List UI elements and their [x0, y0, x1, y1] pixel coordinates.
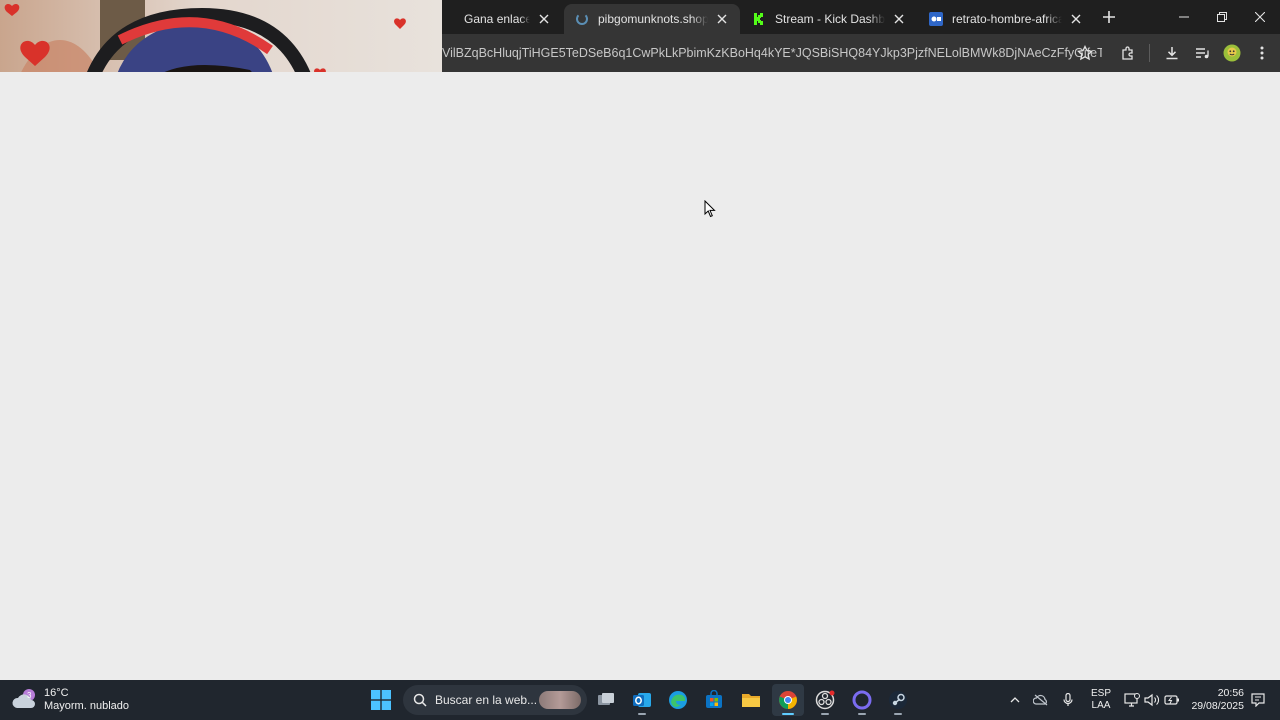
tab-title: retrato-hombre-africano-c — [952, 12, 1062, 26]
star-icon — [1077, 45, 1093, 61]
downloads-button[interactable] — [1161, 42, 1183, 64]
cortana-button[interactable] — [846, 684, 878, 716]
tab-title: Gana enlaces y gana dinero — [464, 12, 530, 26]
file-explorer-icon — [742, 694, 760, 707]
media-control-button[interactable] — [1191, 42, 1213, 64]
tab-gana-enlaces[interactable]: Gana enlaces y gana dinero — [430, 4, 562, 34]
microphone-tray-icon[interactable] — [1059, 691, 1077, 709]
more-vertical-icon — [1260, 46, 1264, 60]
chrome-icon — [779, 691, 797, 709]
taskbar-clock[interactable]: 20:56 29/08/2025 — [1188, 687, 1244, 712]
close-tab-icon[interactable] — [536, 11, 552, 27]
obs-icon — [815, 690, 835, 710]
microsoft-store-button[interactable] — [698, 684, 730, 716]
tab-title: pibgomunknots.shop/Ak0 — [598, 12, 708, 26]
weather-badge: 3 — [27, 691, 32, 700]
close-tab-icon[interactable] — [714, 11, 730, 27]
page-content-blank-loading — [0, 72, 1280, 680]
address-bar-url: VilBZqBcHluqjTiHGE5TeDSeB6q1CwPkLkPbimKz… — [442, 46, 1102, 60]
microsoft-store-icon — [706, 690, 722, 708]
cloud-off-icon — [1033, 694, 1048, 706]
start-button[interactable] — [365, 684, 397, 716]
clock-date: 29/08/2025 — [1191, 699, 1244, 712]
loading-spinner-icon — [574, 11, 590, 27]
chrome-button[interactable] — [772, 684, 804, 716]
tab-retrato-hombre[interactable]: retrato-hombre-africano-c — [918, 4, 1094, 34]
battery-tray-icon[interactable] — [1163, 691, 1181, 709]
avatar-icon — [1223, 44, 1241, 62]
edge-icon — [669, 691, 687, 709]
input-language-indicator[interactable]: ESP LAA — [1089, 688, 1113, 712]
keyboard-layout: LAA — [1091, 700, 1111, 711]
task-view-icon — [598, 693, 614, 705]
volume-tray-icon[interactable] — [1143, 691, 1161, 709]
link-favicon-icon — [440, 11, 456, 27]
new-tab-button[interactable] — [1100, 8, 1118, 26]
clock-time: 20:56 — [1217, 687, 1244, 699]
search-highlight-image — [539, 691, 581, 709]
plus-icon — [1103, 11, 1115, 23]
mouse-cursor-icon — [704, 200, 716, 218]
browser-menu-button[interactable] — [1251, 42, 1273, 64]
weather-condition: Mayorm. nublado — [44, 700, 129, 712]
restore-button[interactable] — [1202, 4, 1242, 30]
outlook-button[interactable] — [626, 684, 658, 716]
language-code: ESP — [1090, 688, 1111, 699]
tab-kick-dashboard[interactable]: Stream - Kick Dashboard — [741, 4, 917, 34]
search-icon — [413, 693, 427, 707]
tab-title: Stream - Kick Dashboard — [775, 12, 885, 26]
notification-center-icon — [1251, 693, 1265, 707]
show-hidden-icons-button[interactable] — [1006, 691, 1024, 709]
obs-button[interactable] — [809, 684, 841, 716]
steam-button[interactable] — [882, 684, 914, 716]
close-tab-icon[interactable] — [1068, 11, 1084, 27]
puzzle-icon — [1122, 46, 1133, 60]
file-explorer-button[interactable] — [735, 684, 767, 716]
network-tray-icon[interactable] — [1123, 691, 1141, 709]
weather-widget[interactable]: 3 16°C Mayorm. nublado — [12, 685, 129, 715]
extensions-button[interactable] — [1117, 42, 1139, 64]
toolbar-divider — [1149, 44, 1150, 62]
tab-active-loading[interactable]: pibgomunknots.shop/Ak0 — [564, 4, 740, 34]
cortana-icon — [852, 690, 872, 710]
task-view-button[interactable] — [590, 684, 622, 716]
minimize-icon — [1179, 16, 1189, 18]
windows-start-icon — [371, 690, 391, 710]
steam-icon — [889, 691, 907, 709]
battery-charging-icon — [1164, 695, 1179, 705]
profile-avatar-button[interactable] — [1221, 42, 1243, 64]
notifications-button[interactable] — [1249, 691, 1267, 709]
image-site-favicon-icon — [928, 11, 944, 27]
cloudy-weather-icon: 3 — [12, 689, 35, 708]
kick-favicon-icon — [751, 11, 767, 27]
close-tab-icon[interactable] — [891, 11, 907, 27]
speaker-icon — [1144, 693, 1159, 707]
chevron-up-icon — [1010, 697, 1020, 703]
windows-taskbar: 3 16°C Mayorm. nublado Buscar en la web.… — [0, 680, 1280, 720]
search-placeholder: Buscar en la web... — [435, 693, 538, 707]
outlook-icon — [633, 693, 651, 707]
microphone-icon — [1063, 693, 1073, 706]
restore-icon — [1217, 12, 1227, 22]
taskbar-search-box[interactable]: Buscar en la web... — [403, 685, 587, 715]
onedrive-tray-icon[interactable] — [1032, 691, 1050, 709]
playlist-icon — [1196, 48, 1209, 59]
edge-button[interactable] — [662, 684, 694, 716]
address-bar[interactable]: VilBZqBcHluqjTiHGE5TeDSeB6q1CwPkLkPbimKz… — [442, 39, 1102, 67]
monitor-network-icon — [1124, 693, 1140, 707]
bookmark-star-button[interactable] — [1074, 42, 1096, 64]
close-icon — [1255, 12, 1265, 22]
download-icon — [1166, 47, 1178, 60]
close-window-button[interactable] — [1240, 4, 1280, 30]
minimize-button[interactable] — [1164, 4, 1204, 30]
weather-temperature: 16°C — [44, 687, 69, 699]
